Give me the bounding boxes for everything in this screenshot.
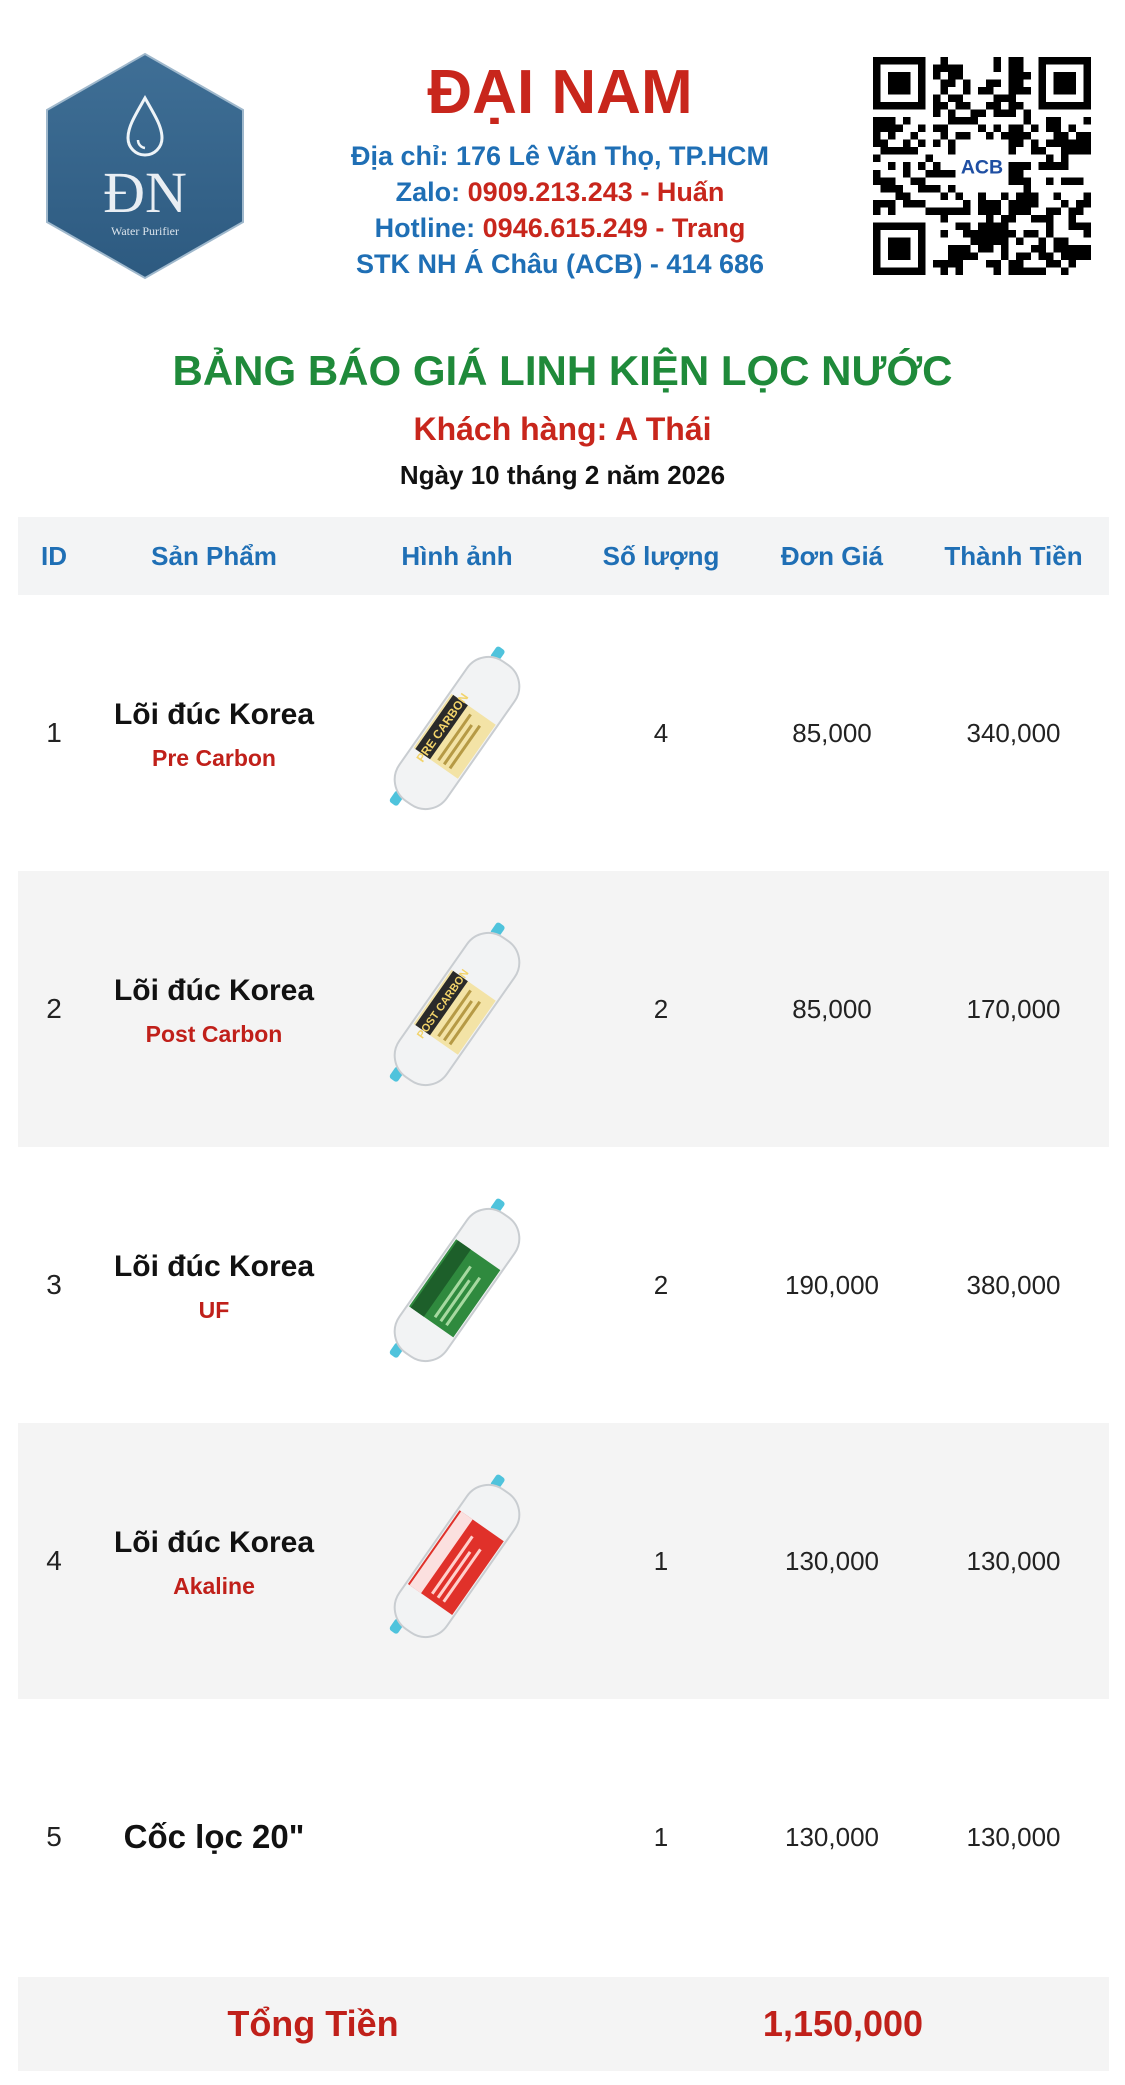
logo-text: ĐN (103, 160, 187, 225)
unit-price: 130,000 (785, 1821, 879, 1852)
table-row: 4 Lõi đúc Korea Akaline 1 130,000 130,00… (18, 1423, 1109, 1699)
quantity: 2 (653, 993, 669, 1024)
row-id: 3 (46, 1269, 62, 1300)
company-info: ĐẠI NAM Địa chỉ: 176 Lê Văn Thọ, TP.HCM … (280, 56, 840, 282)
header-product: Sản Phẩm (151, 540, 277, 571)
header-unit-price: Đơn Giá (780, 540, 884, 571)
zalo-line: Zalo: 0909.213.243 - Huấn (280, 174, 840, 210)
document-title: BẢNG BÁO GIÁ LINH KIỆN LỌC NƯỚC (172, 347, 953, 394)
zalo-value: 0909.213.243 - Huấn (467, 177, 725, 207)
product-image-cell (338, 1190, 576, 1380)
product-image-cell: PRE CARBON (338, 638, 576, 828)
product-cell: Cốc lọc 20" (90, 1817, 338, 1857)
company-logo: ĐN Water Purifier (46, 52, 244, 280)
line-total: 380,000 (966, 1269, 1061, 1300)
product-image-cell: POST CARBON (338, 914, 576, 1104)
product-cell: Lõi đúc Korea Pre Carbon (90, 695, 338, 772)
row-id: 2 (46, 993, 62, 1024)
acb-badge-text: ACB (961, 157, 1003, 179)
hotline-label: Hotline: (374, 213, 483, 243)
row-id: 5 (46, 1821, 62, 1852)
product-name: Lõi đúc Korea (113, 1249, 315, 1283)
line-total: 130,000 (966, 1545, 1061, 1576)
unit-price: 85,000 (792, 993, 872, 1024)
header-line-total: Thành Tiền (944, 540, 1083, 571)
product-name: Lõi đúc Korea (113, 697, 315, 731)
grand-total-value: 1,150,000 (762, 2003, 924, 2044)
qr-code: ACB (873, 57, 1091, 275)
quote-date: Ngày 10 tháng 2 năm 2026 (399, 460, 726, 490)
product-cell: Lõi đúc Korea UF (90, 1247, 338, 1324)
line-total: 130,000 (966, 1821, 1061, 1852)
product-image-cell (338, 1466, 576, 1656)
table-header: ID Sản Phẩm Hình ảnh Số lượng Đơn Giá Th… (18, 517, 1109, 595)
brand-name: ĐẠI NAM (427, 58, 693, 127)
line-total: 340,000 (966, 717, 1061, 748)
grand-total-label: Tổng Tiền (227, 2003, 399, 2044)
row-id: 4 (46, 1545, 62, 1576)
hotline-value: 0946.615.249 - Trang (482, 213, 746, 243)
product-cell: Lõi đúc Korea Post Carbon (90, 971, 338, 1048)
line-total: 170,000 (966, 993, 1061, 1024)
address-line: Địa chỉ: 176 Lê Văn Thọ, TP.HCM (350, 141, 770, 171)
quantity: 1 (653, 1545, 669, 1576)
unit-price: 130,000 (785, 1545, 879, 1576)
bank-account-line: STK NH Á Châu (ACB) - 414 686 (355, 249, 765, 279)
table-row: 3 Lõi đúc Korea UF 2 190,000 380,000 (18, 1147, 1109, 1423)
header-quantity: Số lượng (602, 540, 720, 571)
filter-cartridge-image: POST CARBON (389, 922, 521, 1087)
header-image: Hình ảnh (401, 540, 513, 571)
header-id: ID (41, 540, 67, 571)
product-name: Lõi đúc Korea (113, 973, 315, 1007)
filter-cartridge-image (389, 1474, 521, 1639)
unit-price: 190,000 (785, 1269, 879, 1300)
product-variant: Post Carbon (145, 1020, 283, 1047)
zalo-label: Zalo: (395, 177, 468, 207)
row-id: 1 (46, 717, 62, 748)
product-variant: Pre Carbon (152, 744, 276, 771)
product-cell: Lõi đúc Korea Akaline (90, 1523, 338, 1600)
filter-cartridge-image (389, 1198, 521, 1363)
quantity: 2 (653, 1269, 669, 1300)
quantity: 1 (653, 1821, 669, 1852)
customer-name: Khách hàng: A Thái (413, 411, 712, 447)
filter-cartridge-image: PRE CARBON (389, 646, 521, 811)
product-name: Lõi đúc Korea (113, 1525, 315, 1559)
grand-total-row: Tổng Tiền 1,150,000 (18, 1977, 1109, 2071)
logo-subtext: Water Purifier (111, 224, 179, 238)
product-variant: UF (198, 1296, 230, 1323)
unit-price: 85,000 (792, 717, 872, 748)
quantity: 4 (653, 717, 669, 748)
table-row: 1 Lõi đúc Korea Pre Carbon PRE CARBON 4 … (18, 595, 1109, 871)
product-name: Cốc lọc 20" (123, 1818, 305, 1855)
product-variant: Akaline (173, 1572, 255, 1599)
table-row: 2 Lõi đúc Korea Post Carbon POST CARBON (18, 871, 1109, 1147)
price-table: ID Sản Phẩm Hình ảnh Số lượng Đơn Giá Th… (18, 517, 1109, 1975)
table-row: 5 Cốc lọc 20" 1 130,000 130,000 (18, 1699, 1109, 1975)
hotline-line: Hotline: 0946.615.249 - Trang (280, 210, 840, 246)
